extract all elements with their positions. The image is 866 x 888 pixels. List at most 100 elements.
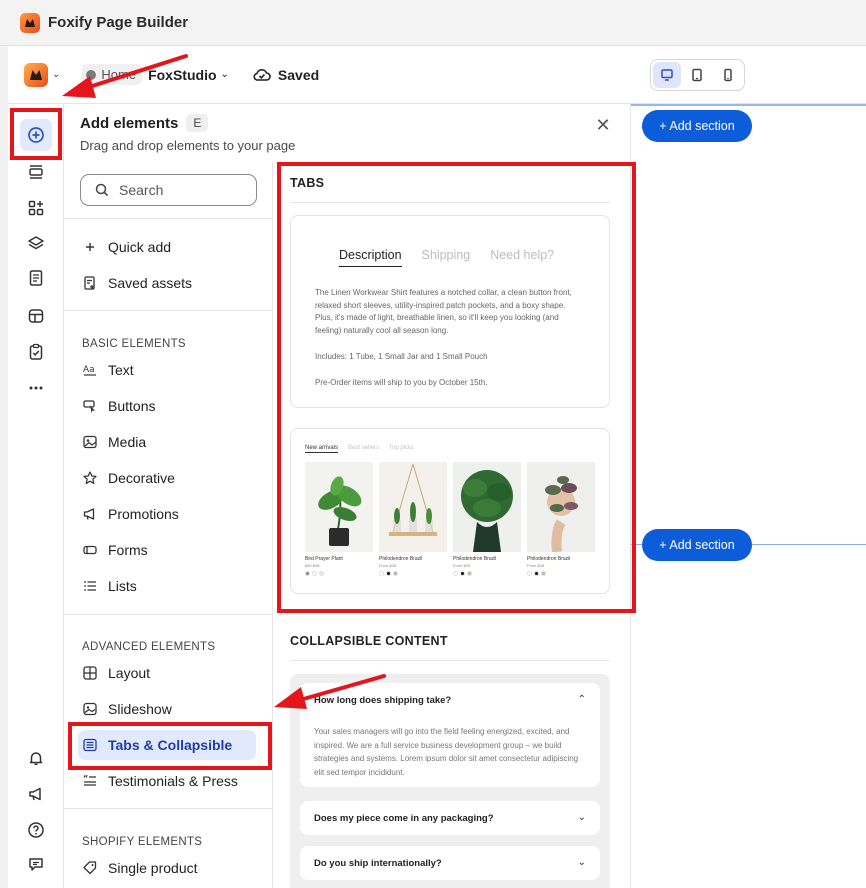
foxify-logo-icon [20, 12, 40, 33]
rail-notifications[interactable] [22, 744, 50, 772]
section-title-collapsible: COLLAPSIBLE CONTENT [290, 634, 448, 648]
annotation-box [277, 162, 636, 613]
cat-forms[interactable]: Forms [78, 535, 256, 565]
form-icon [83, 545, 97, 555]
section-boundary [631, 104, 866, 106]
rail-layers[interactable] [22, 229, 50, 257]
mobile-view-button[interactable] [714, 62, 742, 88]
search-box[interactable] [80, 174, 257, 206]
saved-assets-icon [84, 276, 95, 290]
app-root: Foxify Page Builder ⌄ Home FoxStudio ⌄ S… [0, 0, 866, 888]
tablet-view-button[interactable] [683, 62, 711, 88]
store-selector[interactable]: FoxStudio ⌄ [148, 67, 229, 83]
rail-apps[interactable] [22, 194, 50, 222]
breadcrumb-home-label: Home [101, 67, 137, 82]
shortcut-badge: E [186, 114, 209, 132]
tablet-icon [692, 68, 703, 82]
desktop-view-button[interactable] [653, 62, 682, 88]
cat-label: Saved assets [108, 275, 193, 291]
cat-buttons[interactable]: Buttons [78, 391, 256, 421]
chevron-down-icon: ⌄ [220, 69, 229, 80]
svg-text:Aa: Aa [83, 365, 95, 375]
divider [290, 660, 610, 661]
cat-lists[interactable]: Lists [78, 571, 256, 601]
layout-icon [83, 666, 97, 680]
chevron-down-icon: ⌄ [577, 857, 586, 868]
more-icon [29, 386, 43, 390]
collapsible-preview[interactable]: How long does shipping take? ⌃ Your sale… [290, 674, 610, 888]
rail-sections[interactable] [22, 158, 50, 186]
chevron-down-icon: ⌄ [577, 812, 586, 823]
cat-single-product[interactable]: Single product [78, 853, 256, 883]
panel-title: Add elements E [80, 114, 209, 132]
divider [64, 218, 273, 219]
pages-icon [29, 270, 43, 286]
rail-more[interactable] [22, 374, 50, 402]
cat-label: Buttons [108, 398, 156, 414]
cat-label: Forms [108, 542, 148, 558]
chevron-down-icon: ⌄ [52, 69, 61, 80]
tag-icon [83, 861, 97, 875]
store-name: FoxStudio [148, 66, 217, 83]
bell-icon [29, 752, 43, 766]
image-icon [83, 435, 97, 449]
add-section-button[interactable]: + Add section [642, 110, 752, 142]
close-panel-button[interactable]: ✕ [594, 116, 612, 134]
add-section-button[interactable]: + Add section [642, 529, 752, 561]
faq-question: Do you ship internationally? [314, 858, 442, 869]
cat-label: Layout [108, 665, 151, 681]
rail-checklist[interactable] [22, 338, 50, 366]
megaphone-icon [29, 787, 41, 801]
rail-announcements[interactable] [22, 780, 50, 808]
rail-chat[interactable] [22, 850, 50, 878]
help-icon [28, 822, 44, 838]
chat-icon [29, 858, 43, 871]
divider [64, 614, 273, 615]
mobile-icon [724, 68, 732, 82]
cat-layout[interactable]: Layout [78, 658, 256, 688]
layers-icon [28, 236, 44, 250]
cat-slideshow[interactable]: Slideshow [78, 694, 256, 724]
faq-item: Do you ship internationally? ⌄ [300, 846, 600, 880]
cat-label: Testimonials & Press [108, 773, 238, 789]
desktop-icon [661, 69, 673, 81]
group-label-basic: BASIC ELEMENTS [82, 338, 186, 350]
cat-decorative[interactable]: Decorative [78, 463, 256, 493]
cat-saved-assets[interactable]: Saved assets [78, 268, 256, 298]
cat-label: Media [108, 434, 147, 450]
breadcrumb-home[interactable]: Home [82, 64, 143, 85]
rail-pages[interactable] [22, 264, 50, 292]
brand-menu-button[interactable]: ⌄ [24, 62, 61, 87]
faq-question: How long does shipping take? [314, 695, 452, 706]
panel-header: Add elements E Drag and drop elements to… [64, 104, 631, 162]
slideshow-icon [83, 702, 97, 716]
cat-label: Text [108, 362, 134, 378]
cat-media[interactable]: Media [78, 427, 256, 457]
apps-icon [28, 200, 44, 216]
cat-label: Quick add [108, 239, 172, 255]
group-label-advanced: ADVANCED ELEMENTS [82, 641, 216, 653]
category-list: Quick add Saved assets BASIC ELEMENTS Aa… [64, 162, 273, 888]
list-icon [84, 581, 96, 591]
annotation-box [68, 722, 272, 770]
cat-quick-add[interactable]: Quick add [78, 232, 256, 262]
home-icon [86, 69, 97, 80]
faq-item: How long does shipping take? ⌃ Your sale… [300, 683, 600, 787]
device-switcher [650, 59, 745, 91]
close-icon: ✕ [595, 115, 611, 135]
cat-text[interactable]: Aa Text [78, 355, 256, 385]
chevron-up-icon: ⌃ [577, 694, 586, 705]
rail-theme[interactable] [22, 302, 50, 330]
window-title: Foxify Page Builder [48, 14, 189, 31]
cat-label: Lists [108, 578, 137, 594]
cat-label: Decorative [108, 470, 175, 486]
search-input[interactable] [119, 182, 239, 198]
faq-question: Does my piece come in any packaging? [314, 813, 494, 824]
annotation-box [10, 108, 62, 160]
cat-testimonials[interactable]: “ Testimonials & Press [78, 766, 256, 796]
save-status: Saved [253, 67, 319, 83]
rail-help[interactable] [22, 816, 50, 844]
cat-promotions[interactable]: Promotions [78, 499, 256, 529]
breadcrumb: Home FoxStudio ⌄ [82, 64, 229, 85]
checklist-icon [29, 343, 43, 360]
